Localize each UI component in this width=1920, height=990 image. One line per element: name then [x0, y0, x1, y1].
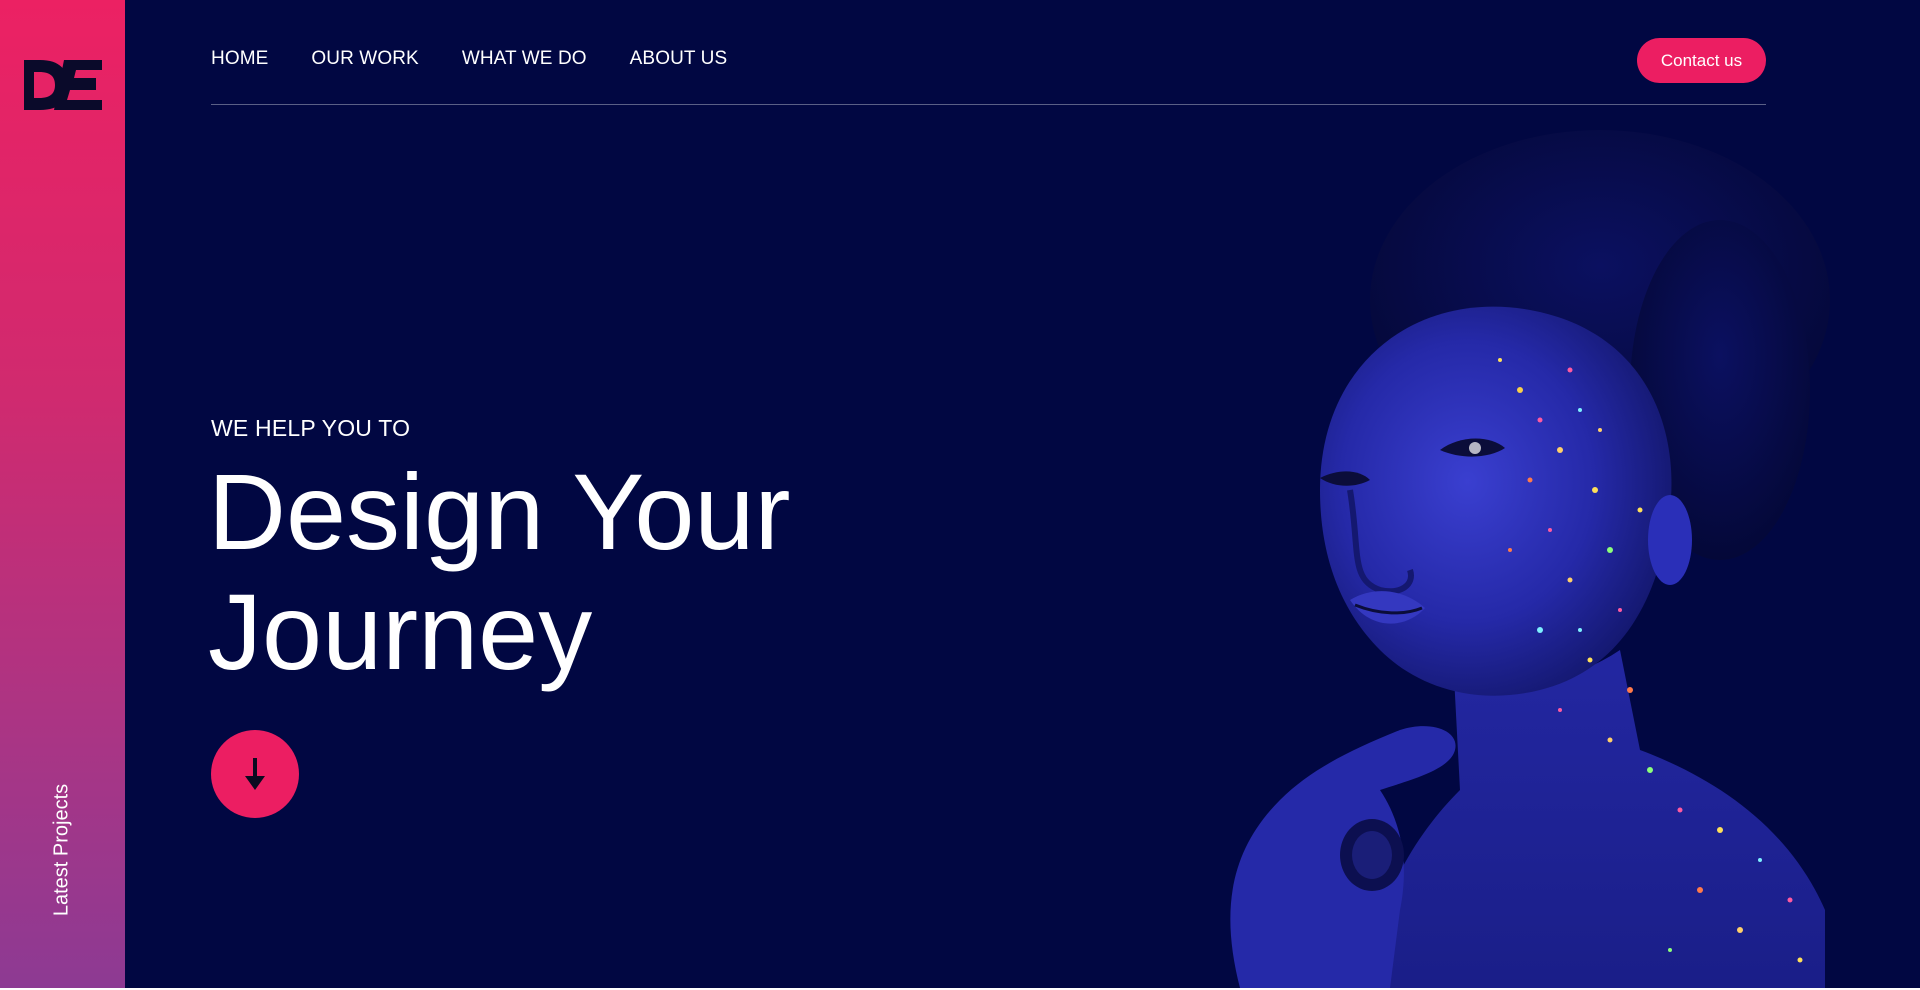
hero-title-line2: Journey: [208, 571, 593, 692]
nav-what-we-do[interactable]: WHAT WE DO: [462, 48, 587, 70]
page: Latest Projects HOME OUR WORK WHAT WE DO…: [0, 0, 1920, 988]
hero-eyebrow: WE HELP YOU TO: [211, 415, 411, 441]
nav-our-work[interactable]: OUR WORK: [311, 48, 418, 70]
arrow-down-icon: [245, 758, 265, 790]
hero-portrait-image: [1230, 130, 1830, 988]
nav-about-us[interactable]: ABOUT US: [630, 48, 728, 70]
logo[interactable]: [24, 60, 102, 110]
main-nav: HOME OUR WORK WHAT WE DO ABOUT US: [211, 48, 727, 70]
scroll-down-button[interactable]: [211, 730, 299, 818]
hero-title: Design Your Journey: [208, 452, 908, 692]
sidebar: Latest Projects: [0, 0, 125, 988]
latest-projects-link[interactable]: Latest Projects: [51, 784, 74, 916]
header-divider: [211, 104, 1766, 105]
nav-home[interactable]: HOME: [211, 48, 268, 70]
contact-button[interactable]: Contact us: [1637, 38, 1766, 83]
hero-title-line1: Design Your: [208, 451, 791, 572]
